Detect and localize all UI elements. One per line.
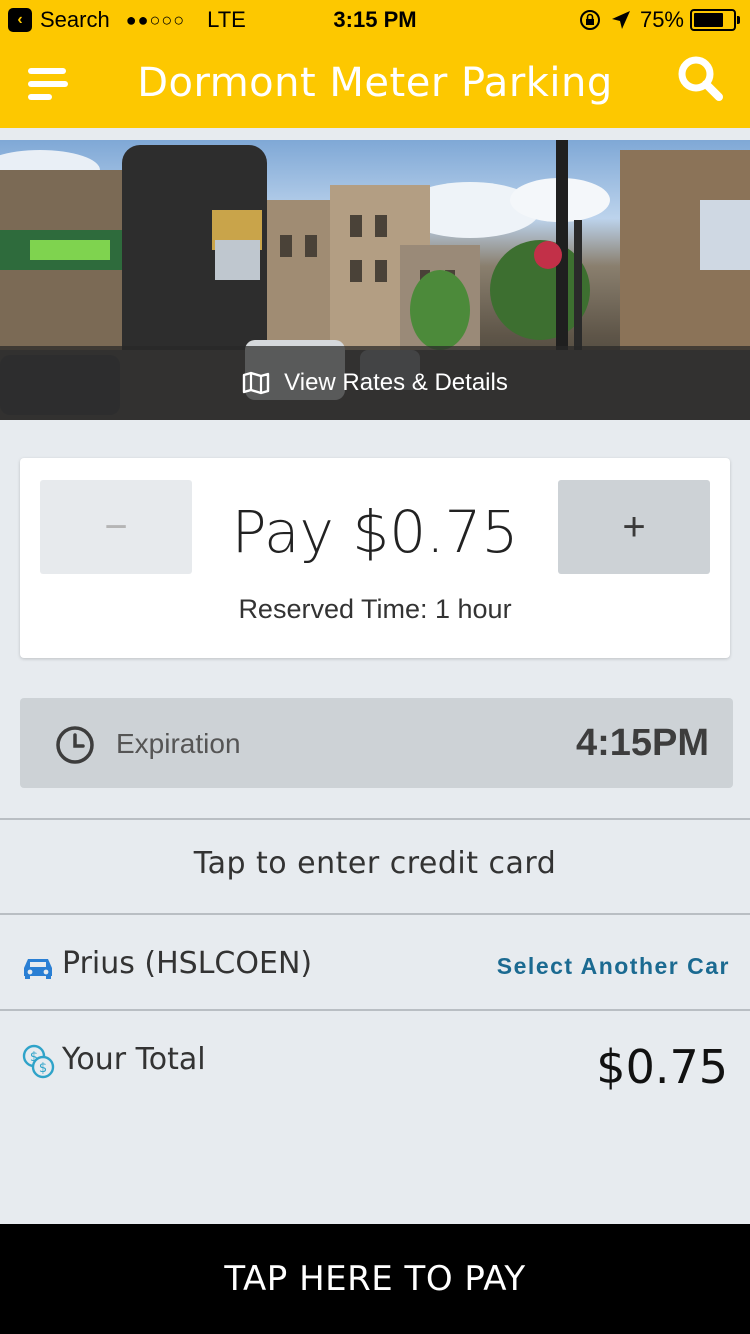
- view-rates-label[interactable]: View Rates & Details: [284, 369, 508, 397]
- svg-text:$: $: [39, 1061, 47, 1076]
- divider: [0, 1009, 750, 1011]
- increase-time-button[interactable]: +: [558, 480, 710, 574]
- status-right: 75%: [578, 7, 740, 33]
- map-icon: [242, 371, 270, 395]
- location-arrow-icon: [611, 11, 630, 29]
- credit-card-entry[interactable]: Tap to enter credit card: [0, 846, 750, 881]
- view-rates-link[interactable]: View Rates & Details: [0, 346, 750, 420]
- battery-percent: 75%: [639, 7, 684, 32]
- payment-card: − Pay $0.75 + Reserved Time: 1 hour: [20, 458, 730, 658]
- battery-icon: [690, 9, 740, 31]
- divider: [0, 818, 750, 820]
- status-bar: ‹ Search ●●○○○ LTE 3:15 PM 75%: [0, 0, 750, 40]
- expiration-time: 4:15PM: [575, 722, 709, 764]
- location-photo: View Rates & Details: [0, 140, 750, 420]
- search-icon[interactable]: [676, 54, 724, 102]
- divider: [0, 913, 750, 915]
- car-icon: [24, 959, 52, 979]
- expiration-panel: Expiration 4:15PM: [20, 698, 733, 788]
- total-amount: $0.75: [596, 1040, 728, 1094]
- reserved-time: Reserved Time: 1 hour: [238, 594, 512, 624]
- rotation-lock-icon: [579, 10, 600, 30]
- total-label: Your Total: [62, 1042, 206, 1077]
- nav-bar: Dormont Meter Parking: [0, 40, 750, 128]
- pay-button[interactable]: TAP HERE TO PAY: [0, 1224, 750, 1334]
- clock-icon: [56, 726, 94, 764]
- page-title: Dormont Meter Parking: [137, 60, 613, 106]
- money-icon: $ $: [22, 1044, 55, 1079]
- expiration-label: Expiration: [116, 728, 241, 759]
- selected-car: Prius (HSLCOEN): [62, 946, 313, 981]
- svg-text:$: $: [30, 1050, 38, 1065]
- select-another-car-link[interactable]: Select Another Car: [497, 953, 730, 980]
- battery-fill: [694, 13, 723, 27]
